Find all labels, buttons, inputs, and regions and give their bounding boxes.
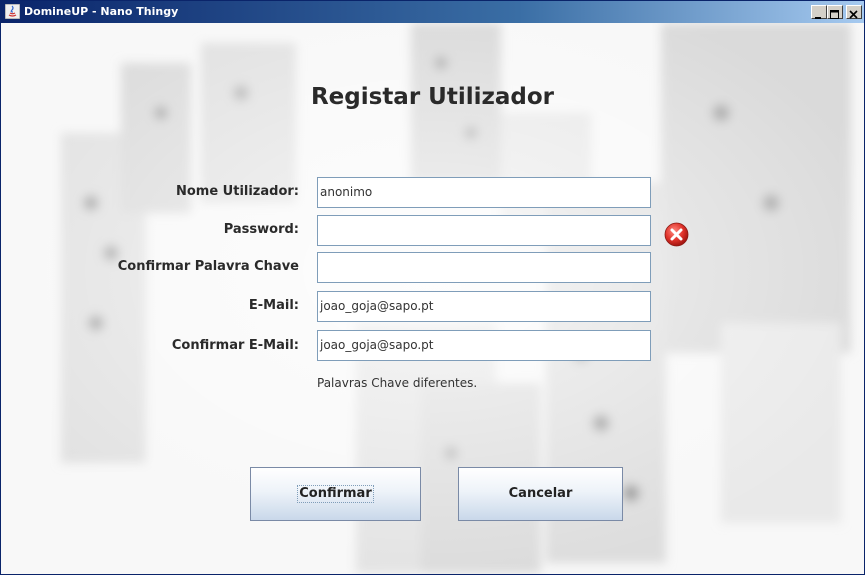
confirm-button-label: Confirmar (297, 485, 374, 503)
email-label: E-Mail: (248, 298, 299, 313)
window-title: DomineUP - Nano Thingy (24, 5, 179, 18)
username-label: Nome Utilizador: (175, 184, 299, 199)
confirm-button[interactable]: Confirmar (250, 467, 421, 521)
error-x-icon (664, 222, 689, 247)
title-bar[interactable]: DomineUP - Nano Thingy (1, 1, 864, 23)
username-field[interactable]: anonimo (317, 177, 651, 208)
close-window-button[interactable] (846, 5, 862, 19)
content-area: Registar Utilizador Nome Utilizador: ano… (1, 23, 864, 574)
java-app-icon (5, 4, 20, 19)
cancel-button[interactable]: Cancelar (458, 467, 623, 521)
app-window: DomineUP - Nano Thingy Registar Utilizad… (0, 0, 865, 575)
confirm-password-field[interactable] (317, 252, 651, 283)
minimize-icon (815, 17, 821, 19)
close-icon (849, 10, 858, 19)
maximize-button[interactable] (827, 5, 843, 19)
password-label: Password: (223, 222, 299, 237)
confirm-email-label: Confirmar E-Mail: (171, 338, 299, 353)
page-title: Registar Utilizador (310, 84, 555, 110)
maximize-icon (830, 10, 839, 19)
confirm-email-field[interactable]: joao_goja@sapo.pt (317, 330, 651, 361)
error-message: Palavras Chave diferentes. (317, 376, 478, 390)
password-field[interactable] (317, 215, 651, 246)
email-field[interactable]: joao_goja@sapo.pt (317, 291, 651, 322)
confirm-password-label: Confirmar Palavra Chave (117, 259, 299, 274)
minimize-button[interactable] (811, 5, 827, 19)
cancel-button-label: Cancelar (508, 486, 573, 501)
